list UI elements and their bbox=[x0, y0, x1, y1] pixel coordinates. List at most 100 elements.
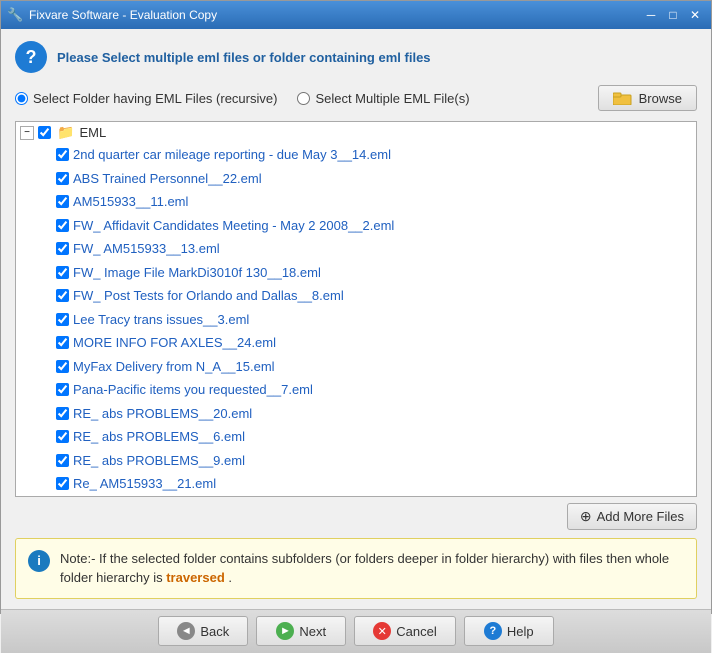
radio-folder-input[interactable] bbox=[15, 92, 28, 105]
note-box: i Note:- If the selected folder contains… bbox=[15, 538, 697, 599]
file-link-9[interactable]: MyFax Delivery from N_A__15.eml bbox=[73, 357, 275, 377]
list-item: FW_ AM515933__13.eml bbox=[52, 237, 696, 261]
title-text: Fixvare Software - Evaluation Copy bbox=[29, 8, 641, 22]
note-traversed: traversed bbox=[166, 570, 225, 585]
header-section: ? Please Select multiple eml files or fo… bbox=[15, 41, 697, 73]
list-item: RE_ abs PROBLEMS__9.eml bbox=[52, 449, 696, 473]
radio-files-input[interactable] bbox=[297, 92, 310, 105]
actions-row: ⊕ Add More Files bbox=[15, 503, 697, 530]
file-link-14[interactable]: Re_ AM515933__21.eml bbox=[73, 474, 216, 494]
file-link-2[interactable]: AM515933__11.eml bbox=[73, 192, 188, 212]
browse-icon bbox=[613, 90, 633, 106]
radio-files-option[interactable]: Select Multiple EML File(s) bbox=[297, 91, 469, 106]
file-checkbox-12[interactable] bbox=[56, 430, 69, 443]
root-label: EML bbox=[79, 125, 106, 140]
list-item: MORE INFO FOR AXLES__24.eml bbox=[52, 331, 696, 355]
tree-root: − 📁 EML bbox=[16, 122, 696, 143]
list-item: RE_ abs PROBLEMS__6.eml bbox=[52, 425, 696, 449]
file-checkbox-6[interactable] bbox=[56, 289, 69, 302]
note-label: Note:- bbox=[60, 551, 95, 566]
file-link-4[interactable]: FW_ AM515933__13.eml bbox=[73, 239, 220, 259]
file-link-1[interactable]: ABS Trained Personnel__22.eml bbox=[73, 169, 262, 189]
file-checkbox-3[interactable] bbox=[56, 219, 69, 232]
cancel-icon: ✕ bbox=[373, 622, 391, 640]
list-item: ABS Trained Personnel__22.eml bbox=[52, 167, 696, 191]
file-checkbox-10[interactable] bbox=[56, 383, 69, 396]
file-checkbox-11[interactable] bbox=[56, 407, 69, 420]
header-main-text: Please Select multiple eml files or fold… bbox=[57, 50, 375, 65]
help-button[interactable]: ? Help bbox=[464, 616, 554, 646]
file-list-scroll[interactable]: − 📁 EML 2nd quarter car mileage reportin… bbox=[16, 122, 696, 496]
list-item: RE_ abs PROBLEMS__20.eml bbox=[52, 402, 696, 426]
main-content: ? Please Select multiple eml files or fo… bbox=[1, 29, 711, 609]
help-icon: ? bbox=[484, 622, 502, 640]
list-item: MyFax Delivery from N_A__15.eml bbox=[52, 355, 696, 379]
question-icon: ? bbox=[15, 41, 47, 73]
file-checkbox-14[interactable] bbox=[56, 477, 69, 490]
file-link-0[interactable]: 2nd quarter car mileage reporting - due … bbox=[73, 145, 391, 165]
file-list: 2nd quarter car mileage reporting - due … bbox=[16, 143, 696, 496]
add-more-label: Add More Files bbox=[597, 509, 684, 524]
note-text2: . bbox=[228, 570, 232, 585]
minimize-button[interactable]: ─ bbox=[641, 6, 661, 24]
add-more-icon: ⊕ bbox=[580, 508, 592, 525]
help-label: Help bbox=[507, 624, 534, 639]
file-link-8[interactable]: MORE INFO FOR AXLES__24.eml bbox=[73, 333, 276, 353]
list-item: Re_ AM515933__21.eml bbox=[52, 472, 696, 496]
footer: ◄ Back ► Next ✕ Cancel ? Help bbox=[1, 609, 711, 653]
browse-button[interactable]: Browse bbox=[598, 85, 697, 111]
list-item: Pana-Pacific items you requested__7.eml bbox=[52, 378, 696, 402]
info-icon: i bbox=[28, 550, 50, 572]
file-checkbox-9[interactable] bbox=[56, 360, 69, 373]
file-checkbox-5[interactable] bbox=[56, 266, 69, 279]
file-link-11[interactable]: RE_ abs PROBLEMS__20.eml bbox=[73, 404, 252, 424]
note-text1: If the selected folder contains subfolde… bbox=[60, 551, 669, 586]
main-window: 🔧 Fixvare Software - Evaluation Copy ─ □… bbox=[0, 0, 712, 614]
file-link-13[interactable]: RE_ abs PROBLEMS__9.eml bbox=[73, 451, 245, 471]
header-text: Please Select multiple eml files or fold… bbox=[57, 50, 431, 65]
next-label: Next bbox=[299, 624, 326, 639]
file-link-6[interactable]: FW_ Post Tests for Orlando and Dallas__8… bbox=[73, 286, 344, 306]
file-link-12[interactable]: RE_ abs PROBLEMS__6.eml bbox=[73, 427, 245, 447]
file-checkbox-4[interactable] bbox=[56, 242, 69, 255]
browse-label: Browse bbox=[639, 91, 682, 106]
list-item: AM515933__11.eml bbox=[52, 190, 696, 214]
header-eml-highlight: eml files bbox=[379, 50, 431, 65]
cancel-button[interactable]: ✕ Cancel bbox=[354, 616, 455, 646]
list-item: 2nd quarter car mileage reporting - due … bbox=[52, 143, 696, 167]
file-checkbox-8[interactable] bbox=[56, 336, 69, 349]
list-item: Lee Tracy trans issues__3.eml bbox=[52, 308, 696, 332]
maximize-button[interactable]: □ bbox=[663, 6, 683, 24]
radio-files-label: Select Multiple EML File(s) bbox=[315, 91, 469, 106]
radio-folder-option[interactable]: Select Folder having EML Files (recursiv… bbox=[15, 91, 277, 106]
add-more-button[interactable]: ⊕ Add More Files bbox=[567, 503, 697, 530]
back-icon: ◄ bbox=[177, 622, 195, 640]
file-list-container: − 📁 EML 2nd quarter car mileage reportin… bbox=[15, 121, 697, 497]
list-item: FW_ Image File MarkDi3010f 130__18.eml bbox=[52, 261, 696, 285]
file-checkbox-7[interactable] bbox=[56, 313, 69, 326]
root-checkbox[interactable] bbox=[38, 126, 51, 139]
collapse-btn[interactable]: − bbox=[20, 126, 34, 140]
next-button[interactable]: ► Next bbox=[256, 616, 346, 646]
next-icon: ► bbox=[276, 622, 294, 640]
close-button[interactable]: ✕ bbox=[685, 6, 705, 24]
file-checkbox-0[interactable] bbox=[56, 148, 69, 161]
file-checkbox-2[interactable] bbox=[56, 195, 69, 208]
file-link-7[interactable]: Lee Tracy trans issues__3.eml bbox=[73, 310, 249, 330]
radio-folder-label: Select Folder having EML Files (recursiv… bbox=[33, 91, 277, 106]
file-checkbox-1[interactable] bbox=[56, 172, 69, 185]
folder-icon: 📁 bbox=[57, 124, 74, 141]
note-text: Note:- If the selected folder contains s… bbox=[60, 549, 684, 588]
radio-section: Select Folder having EML Files (recursiv… bbox=[15, 85, 697, 111]
file-checkbox-13[interactable] bbox=[56, 454, 69, 467]
app-icon: 🔧 bbox=[7, 7, 23, 23]
back-label: Back bbox=[200, 624, 229, 639]
window-controls: ─ □ ✕ bbox=[641, 6, 705, 24]
back-button[interactable]: ◄ Back bbox=[158, 616, 248, 646]
file-link-10[interactable]: Pana-Pacific items you requested__7.eml bbox=[73, 380, 313, 400]
file-link-3[interactable]: FW_ Affidavit Candidates Meeting - May 2… bbox=[73, 216, 394, 236]
list-item: FW_ Affidavit Candidates Meeting - May 2… bbox=[52, 214, 696, 238]
list-item: FW_ Post Tests for Orlando and Dallas__8… bbox=[52, 284, 696, 308]
title-bar: 🔧 Fixvare Software - Evaluation Copy ─ □… bbox=[1, 1, 711, 29]
file-link-5[interactable]: FW_ Image File MarkDi3010f 130__18.eml bbox=[73, 263, 321, 283]
